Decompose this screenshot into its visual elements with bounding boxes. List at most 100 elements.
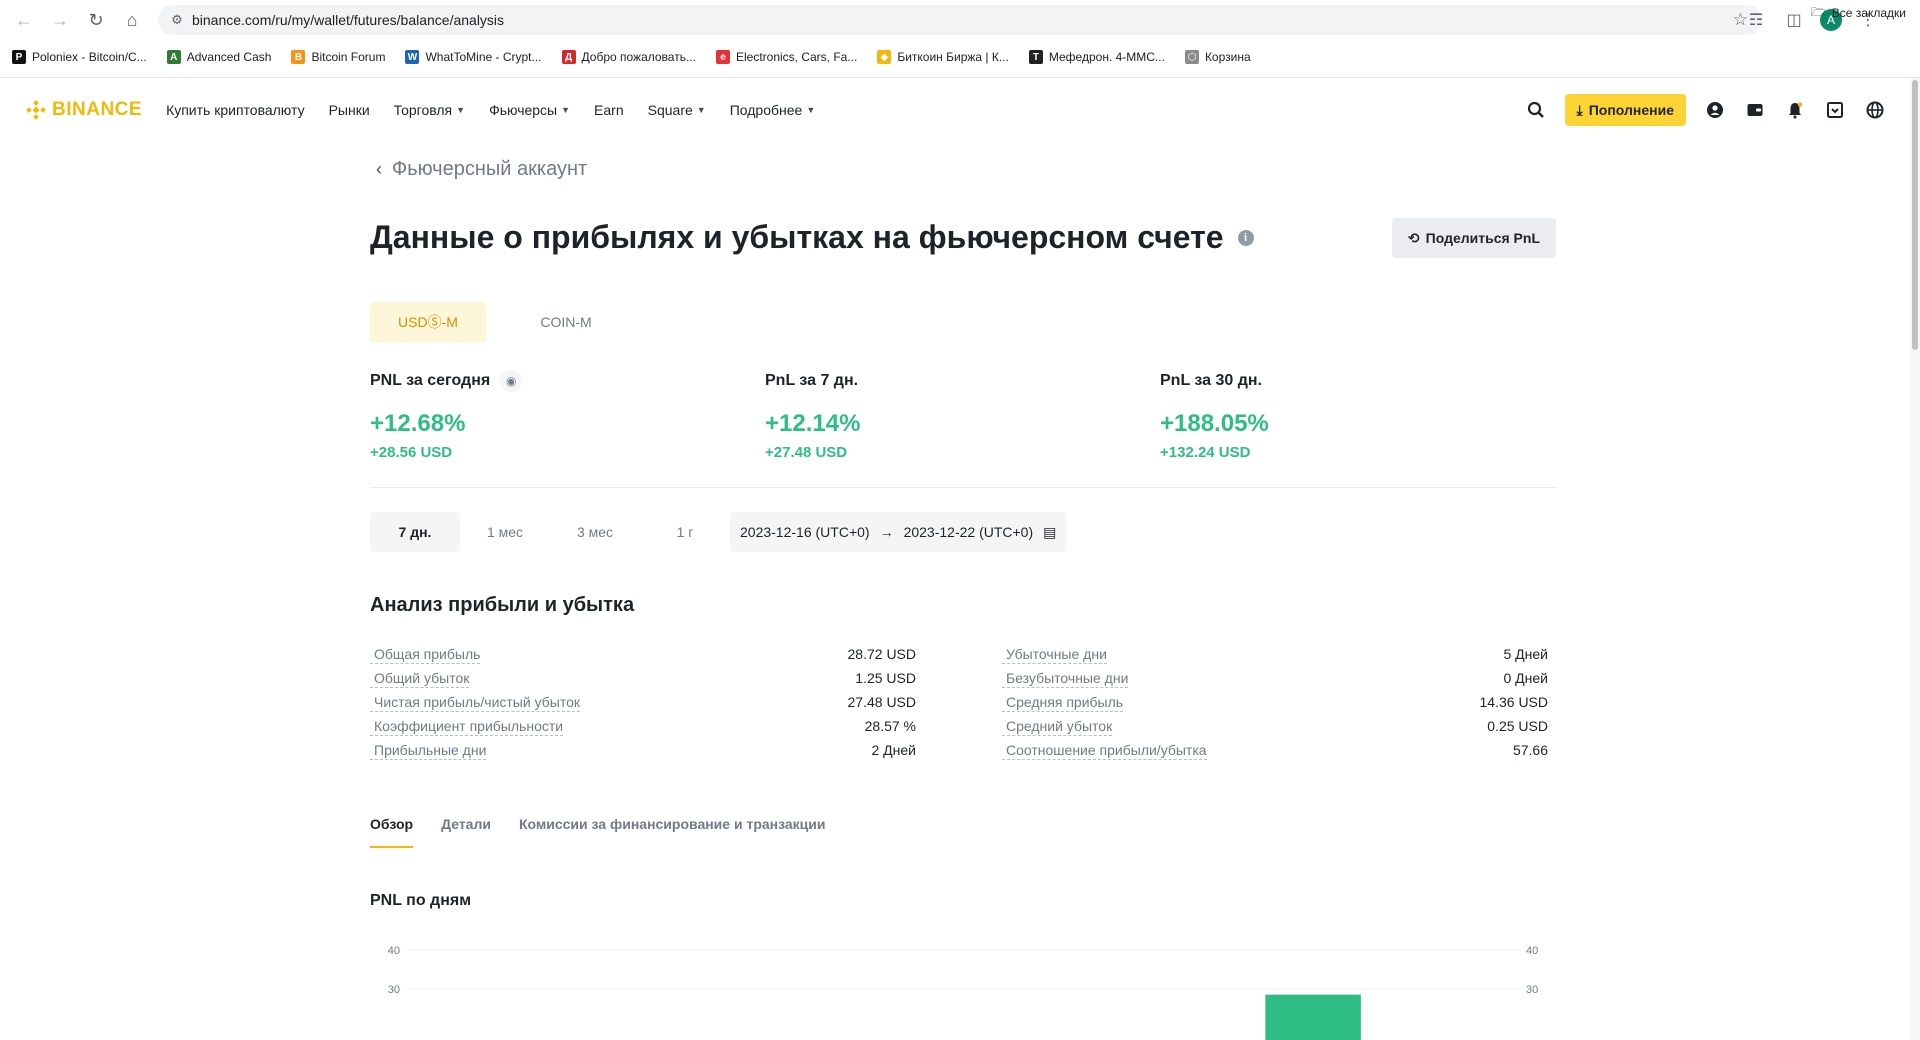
nav-item[interactable]: Earn (594, 102, 624, 118)
bookmark-item[interactable]: P Poloniex - Bitcoin/C... (12, 50, 147, 64)
stats-right-column: Убыточные дни 5 Дней Безубыточные дни 0 Дне… (1002, 642, 1548, 762)
stat-label[interactable]: Общий убыток (370, 669, 470, 688)
stat-label[interactable]: Безубыточные дни (1002, 669, 1129, 688)
stat-label[interactable]: Чистая прибыль/чистый убыток (370, 693, 580, 712)
stat-label[interactable]: Общая прибыль (370, 645, 481, 664)
account-tab[interactable]: COIN-M (508, 302, 624, 342)
address-bar[interactable]: ⚙ binance.com/ru/my/wallet/futures/balan… (158, 5, 1762, 35)
stat-row: Средний убыток 0.25 USD (1002, 714, 1548, 738)
stat-label[interactable]: Коэффициент прибыльности (370, 717, 564, 736)
back-to-futures-account-link[interactable]: ‹ Фьючерсный аккаунт (376, 158, 587, 181)
account-type-tabs: USDⓈ-M COIN-M (370, 302, 624, 342)
period-tab[interactable]: 1 мес (460, 512, 550, 552)
view-tab[interactable]: Детали (441, 816, 491, 848)
chevron-down-icon: ▼ (561, 105, 571, 115)
binance-logo[interactable]: BINANCE (26, 99, 142, 121)
view-tab[interactable]: Комиссии за финансирование и транзакции (519, 816, 826, 848)
account-tab[interactable]: USDⓈ-M (370, 302, 486, 342)
bookmark-item[interactable]: e Electronics, Cars, Fa... (715, 50, 857, 64)
extensions-icon[interactable]: ☶ (1744, 8, 1768, 32)
date-end: 2023-12-22 (UTC+0) (903, 524, 1034, 540)
view-tabs: Обзор Детали Комиссии за финансирование и … (370, 816, 826, 848)
pnl-percent: +12.14% (765, 410, 861, 437)
nav-item[interactable]: Купить криптовалюту (166, 102, 305, 118)
stat-value: 0 Дней (1503, 670, 1549, 686)
stat-label[interactable]: Средний убыток (1002, 717, 1113, 736)
divider (370, 487, 1556, 488)
chevron-down-icon: ▼ (806, 105, 816, 115)
pnl-usd: +27.48 USD (765, 444, 848, 461)
period-selector: 7 дн. 1 мес 3 мес 1 г 2023-12-16 (UTC+0) → 202… (370, 512, 1067, 552)
forward-arrow-icon[interactable]: → (42, 2, 78, 38)
pnl-usd: +28.56 USD (370, 444, 453, 461)
bookmark-favicon-icon: e (715, 50, 730, 64)
period-tab[interactable]: 3 мес (550, 512, 640, 552)
search-icon[interactable] (1525, 99, 1547, 121)
period-tab[interactable]: 1 г (640, 512, 730, 552)
share-pnl-button[interactable]: ⟲ Поделиться PnL (1391, 218, 1556, 258)
binance-header: BINANCE Купить криптовалюту Рынки Торговля… (0, 78, 1910, 142)
nav-item[interactable]: Подробнее ▼ (730, 102, 816, 118)
stat-label[interactable]: Средняя прибыль (1002, 693, 1124, 712)
home-icon[interactable]: ⌂ (114, 2, 150, 38)
stat-row: Безубыточные дни 0 Дней (1002, 666, 1548, 690)
stat-value: 27.48 USD (847, 694, 916, 710)
y-tick-label-right: 40 (1526, 945, 1538, 957)
nav-item-label: Подробнее (729, 102, 803, 118)
stat-value: 5 Дней (1503, 646, 1549, 662)
notification-bell-icon[interactable] (1784, 99, 1806, 121)
arrow-right-icon: → (879, 524, 894, 540)
stat-label[interactable]: Соотношение прибыли/убытка (1002, 741, 1207, 760)
view-tab[interactable]: Обзор (370, 816, 414, 848)
bookmark-favicon-icon: A (166, 50, 181, 64)
pnl-percent: +12.68% (370, 410, 466, 437)
download-app-icon[interactable] (1824, 99, 1846, 121)
url-text[interactable]: binance.com/ru/my/wallet/futures/balance… (192, 12, 504, 28)
user-icon[interactable] (1704, 99, 1726, 121)
stat-value: 14.36 USD (1479, 694, 1548, 710)
pnl-label-text: PnL за 30 дн. (1160, 372, 1262, 389)
stat-label[interactable]: Убыточные дни (1002, 645, 1107, 664)
globe-icon[interactable] (1864, 99, 1886, 121)
nav-item[interactable]: Торговля ▼ (394, 102, 465, 118)
back-arrow-icon[interactable]: ← (6, 2, 42, 38)
nav-item[interactable]: Рынки (329, 102, 370, 118)
reload-icon[interactable]: ↻ (78, 2, 114, 38)
bookmark-item[interactable]: B Bitcoin Forum (291, 50, 385, 64)
scrollbar-thumb[interactable] (1912, 80, 1918, 350)
period-tab[interactable]: 7 дн. (370, 512, 460, 552)
nav-item[interactable]: Square ▼ (648, 102, 706, 118)
site-info-icon[interactable]: ⚙ (162, 12, 192, 28)
wallet-icon[interactable] (1744, 99, 1766, 121)
bookmark-item[interactable]: T Мефедрон. 4-MMC... (1028, 50, 1165, 64)
stat-row: Прибыльные дни 2 Дней (370, 738, 916, 762)
nav-item[interactable]: Фьючерсы ▼ (489, 102, 570, 118)
all-bookmarks-button[interactable]: 🗁 Все закладки (1811, 0, 1906, 26)
bookmark-item[interactable]: ⬡ Корзина (1184, 50, 1251, 64)
bookmark-item[interactable]: ◆ Биткоин Биржа | К... (877, 50, 1009, 64)
deposit-button[interactable]: ⤓ Пополнение (1564, 94, 1686, 126)
bookmark-item[interactable]: Д Добро пожаловать... (561, 50, 696, 64)
daily-pnl-chart: 40 30 40 30 (388, 945, 1538, 1040)
info-icon[interactable]: i (1237, 229, 1254, 246)
deposit-label: Пополнение (1588, 102, 1674, 118)
pnl-block: PnL за 30 дн. +188.05% +132.24 USD (1160, 366, 1269, 461)
bookmark-label: Poloniex - Bitcoin/C... (32, 50, 147, 64)
side-panel-icon[interactable]: ◫ (1782, 8, 1806, 32)
pnl-label: PNL за сегодня ◉ (370, 366, 523, 396)
bookmark-item[interactable]: A Advanced Cash (166, 50, 272, 64)
bookmark-label: Advanced Cash (186, 50, 272, 64)
bookmark-favicon-icon: Д (561, 50, 576, 64)
bookmarks-bar: P Poloniex - Bitcoin/C... A Advanced Cash B B… (0, 44, 1920, 70)
stat-row: Соотношение прибыли/убытка 57.66 (1002, 738, 1548, 762)
stat-row: Чистая прибыль/чистый убыток 27.48 USD (370, 690, 916, 714)
bookmark-item[interactable]: W WhatToMine - Crypt... (405, 50, 542, 64)
eye-icon[interactable]: ◉ (500, 370, 523, 392)
y-tick-label-left: 40 (388, 945, 400, 957)
bookmark-favicon-icon: ⬡ (1184, 50, 1199, 64)
download-icon: ⤓ (1576, 101, 1583, 118)
stats-left-column: Общая прибыль 28.72 USD Общий убыток 1.25 U… (370, 642, 916, 762)
page-scrollbar[interactable] (1910, 78, 1920, 1040)
date-range-picker[interactable]: 2023-12-16 (UTC+0) → 2023-12-22 (UTC+0) ▤ (730, 512, 1067, 552)
stat-label[interactable]: Прибыльные дни (370, 741, 487, 760)
